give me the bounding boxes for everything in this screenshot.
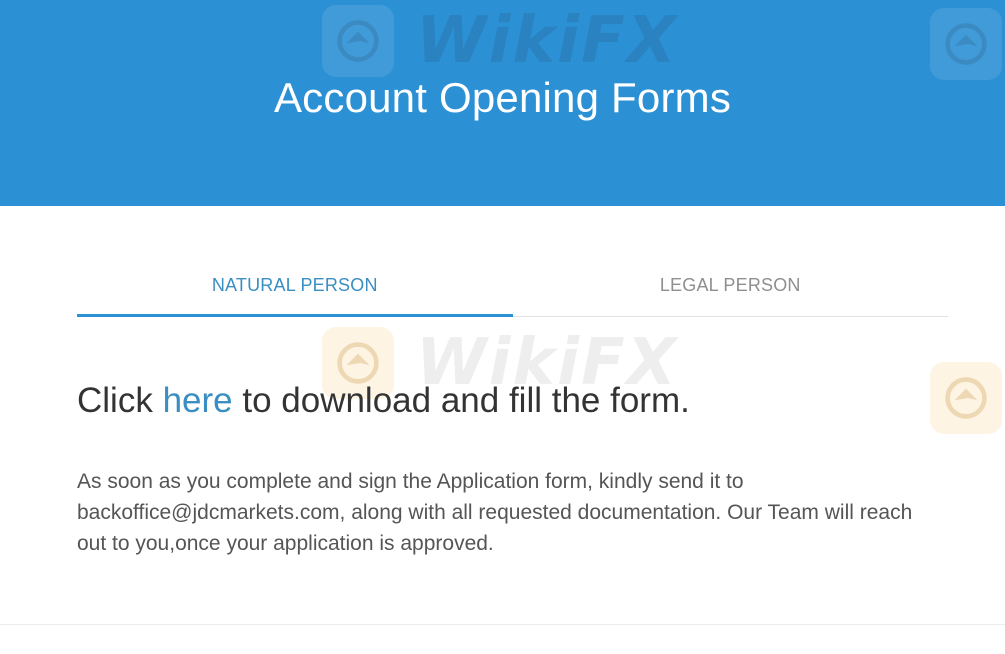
watermark: WikiFX [322,4,678,78]
submission-instructions: As soon as you complete and sign the App… [77,470,913,555]
page-title: Account Opening Forms [273,74,732,121]
headline-suffix: to download and fill the form. [232,381,690,420]
page-header: WikiFX Account Opening Forms [0,0,1005,206]
person-type-tabs: NATURAL PERSON LEGAL PERSON [77,255,948,317]
wikifx-logo-icon [930,8,1002,80]
watermark [930,8,1002,80]
download-instruction: Click here to download and fill the form… [77,381,690,421]
watermark [930,362,1002,434]
wikifx-logo-icon [322,5,394,77]
headline-prefix: Click [77,381,163,420]
page: WikiFX Account Opening Forms NATURAL PER… [0,0,1005,654]
download-form-link[interactable]: here [163,381,233,420]
wikifx-logo-icon [930,362,1002,434]
tab-natural-person[interactable]: NATURAL PERSON [77,255,513,317]
tab-legal-person[interactable]: LEGAL PERSON [513,255,949,315]
watermark-text: WikiFX [416,4,679,78]
divider [0,624,1005,625]
